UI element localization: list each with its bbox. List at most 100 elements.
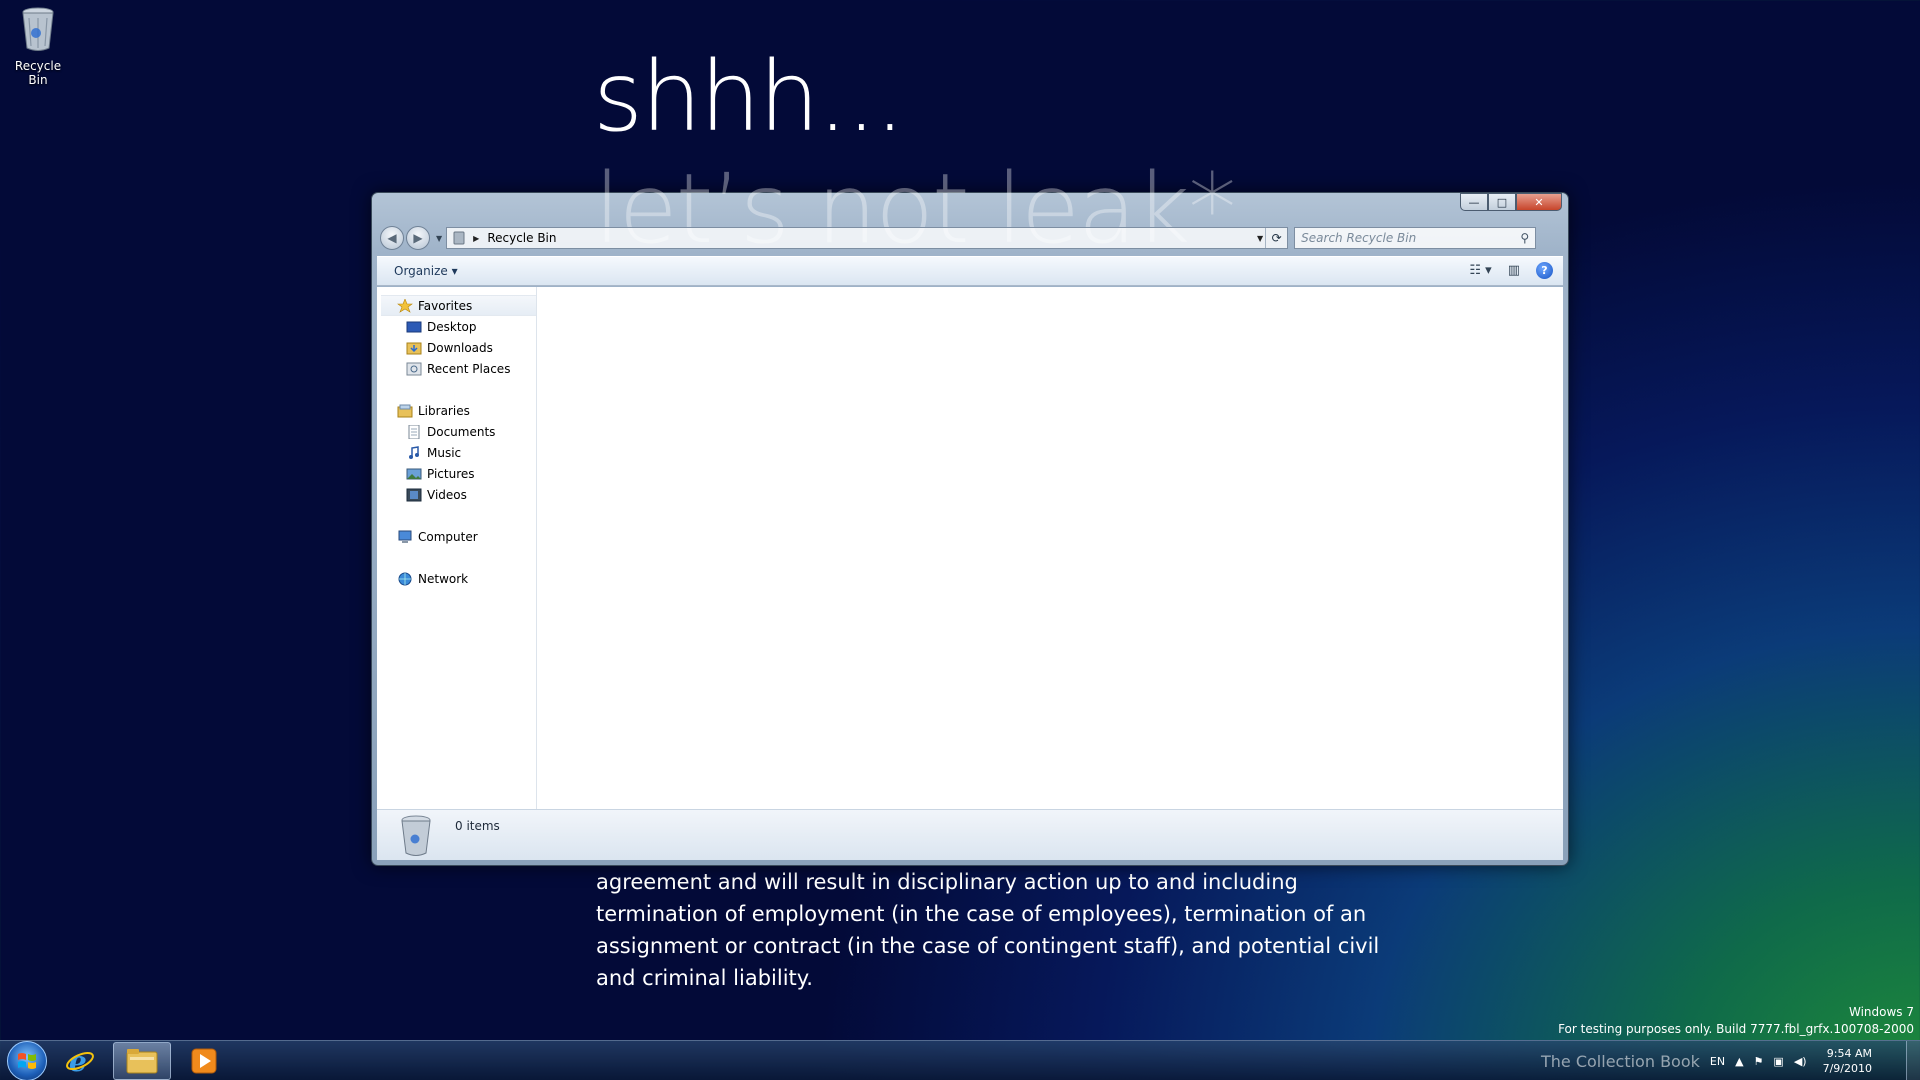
videos-icon [406, 488, 422, 501]
address-bar[interactable]: ▶ Recycle Bin ▼ ⟳ [446, 227, 1289, 249]
forward-button[interactable]: ▶ [406, 226, 430, 250]
wallpaper-body-line: termination of employment (in the case o… [596, 902, 1367, 926]
wallpaper-body-line: assignment or contract (in the case of c… [596, 934, 1380, 958]
star-icon [397, 298, 413, 313]
change-view-button[interactable]: ☷ ▾ [1469, 263, 1491, 278]
help-button[interactable]: ? [1536, 262, 1553, 279]
nav-item-label: Downloads [427, 340, 493, 355]
start-button[interactable] [7, 1040, 47, 1080]
taskbar-internet-explorer[interactable]: e [51, 1042, 109, 1080]
nav-computer-label: Computer [418, 529, 478, 544]
nav-item-desktop[interactable]: Desktop [377, 316, 536, 337]
item-count: 0 items [455, 819, 500, 833]
wallpaper-body-line: agreement and will result in disciplinar… [596, 870, 1298, 894]
nav-item-downloads[interactable]: Downloads [377, 337, 536, 358]
desktop-icon-label: Recycle Bin [14, 59, 62, 87]
search-input[interactable]: Search Recycle Bin ⚲ [1294, 227, 1537, 249]
nav-item-pictures[interactable]: Pictures [377, 463, 536, 484]
preview-pane-button[interactable]: ▥ [1508, 263, 1520, 278]
details-pane: 0 items [377, 809, 1563, 860]
breadcrumb-arrow-icon[interactable]: ▶ [473, 234, 479, 243]
windows-logo-icon [18, 1052, 36, 1069]
internet-explorer-icon: e [66, 1046, 94, 1076]
nav-favorites[interactable]: Favorites [381, 295, 536, 316]
refresh-button[interactable]: ⟳ [1265, 228, 1287, 248]
pictures-icon [406, 468, 422, 479]
nav-computer[interactable]: Computer [377, 526, 536, 547]
nav-item-videos[interactable]: Videos [377, 484, 536, 505]
documents-icon [408, 424, 420, 439]
nav-libraries[interactable]: Libraries [377, 400, 536, 421]
address-history-dropdown-icon[interactable]: ▼ [1257, 234, 1263, 243]
network-icon [398, 572, 412, 585]
watermark-build: For testing purposes only. Build 7777.fb… [1558, 1022, 1914, 1036]
music-icon [409, 445, 419, 459]
recycle-bin-small-icon [453, 231, 465, 245]
nav-network[interactable]: Network [377, 568, 536, 589]
arrow-left-icon: ◀ [387, 231, 397, 245]
wallpaper-body: agreement and will result in disciplinar… [596, 866, 1380, 994]
file-list-pane[interactable] [537, 287, 1563, 809]
taskbar-media-player[interactable] [175, 1042, 233, 1080]
network-tray-icon[interactable]: ▣ [1773, 1055, 1783, 1068]
watermark-os: Windows 7 [1848, 1005, 1914, 1019]
search-placeholder: Search Recycle Bin [1301, 231, 1417, 245]
navigation-pane: Favorites Desktop Downloads Recent Place… [377, 287, 537, 809]
nav-favorites-label: Favorites [418, 298, 473, 313]
notification-area: The Collection Book EN ▲ ⚑ ▣ ◀) 9:54 AM … [1541, 1041, 1872, 1080]
recycle-bin-large-icon [401, 815, 431, 856]
taskbar-windows-explorer[interactable] [113, 1041, 171, 1080]
tray-overlay-text: The Collection Book [1541, 1051, 1700, 1071]
breadcrumb-recycle-bin[interactable]: Recycle Bin [487, 231, 556, 245]
view-options-icon: ☷ ▾ [1469, 263, 1492, 278]
back-button[interactable]: ◀ [380, 226, 404, 250]
media-player-icon [191, 1048, 217, 1073]
command-bar: Organize ▾ ☷ ▾ ▥ ? [377, 256, 1563, 286]
show-desktop-button[interactable] [1906, 1041, 1920, 1080]
nav-item-label: Desktop [427, 319, 477, 334]
build-watermark: Windows 7 For testing purposes only. Bui… [1558, 1004, 1914, 1038]
nav-libraries-label: Libraries [418, 403, 470, 418]
close-button[interactable]: ✕ [1516, 193, 1562, 211]
windows-explorer-icon [126, 1048, 158, 1073]
nav-item-documents[interactable]: Documents [377, 421, 536, 442]
nav-item-music[interactable]: Music [377, 442, 536, 463]
arrow-right-icon: ▶ [413, 231, 423, 245]
nav-item-label: Recent Places [427, 361, 511, 376]
recent-places-icon [406, 362, 422, 375]
maximize-button[interactable]: □ [1488, 193, 1516, 211]
preview-pane-icon: ▥ [1507, 263, 1520, 278]
recycle-bin-icon [22, 7, 54, 51]
computer-icon [398, 530, 412, 543]
wallpaper-title: shhh... [593, 41, 905, 153]
nav-item-label: Documents [427, 424, 496, 439]
libraries-icon [397, 404, 413, 417]
clock-time: 9:54 AM [1826, 1047, 1872, 1060]
search-icon[interactable]: ⚲ [1520, 231, 1529, 245]
volume-icon[interactable]: ◀) [1794, 1055, 1807, 1068]
refresh-icon: ⟳ [1271, 231, 1282, 245]
organize-button[interactable]: Organize ▾ [394, 264, 458, 278]
svg-text:e: e [69, 1046, 87, 1076]
action-center-flag-icon[interactable]: ⚑ [1754, 1055, 1764, 1068]
nav-item-label: Music [427, 445, 462, 460]
downloads-folder-icon [406, 342, 422, 354]
caption-buttons: — □ ✕ [1460, 193, 1562, 211]
nav-network-label: Network [418, 571, 469, 586]
nav-item-label: Pictures [427, 466, 475, 481]
nav-item-recent-places[interactable]: Recent Places [377, 358, 536, 379]
explorer-window[interactable]: let’s not leak* — □ ✕ ◀ ▶ ▼ ▶ Recycle Bi… [371, 153, 1569, 866]
taskbar: e The Collection Book EN ▲ ⚑ ▣ ◀) 9:54 A… [0, 1040, 1920, 1080]
system-clock[interactable]: 9:54 AM 7/9/2010 [1823, 1046, 1872, 1076]
wallpaper-body-line: and criminal liability. [596, 966, 813, 990]
desktop-icon-recycle-bin[interactable]: Recycle Bin [6, 6, 70, 87]
navigation-bar: ◀ ▶ ▼ ▶ Recycle Bin ▼ ⟳ Search Recycle B… [380, 225, 1560, 251]
recent-pages-dropdown[interactable]: ▼ [436, 234, 442, 243]
show-hidden-icons-button[interactable]: ▲ [1735, 1055, 1743, 1068]
minimize-button[interactable]: — [1460, 193, 1488, 211]
content-area: Favorites Desktop Downloads Recent Place… [377, 287, 1563, 809]
clock-date: 7/9/2010 [1822, 1062, 1872, 1075]
nav-item-label: Videos [427, 487, 467, 502]
language-indicator[interactable]: EN [1710, 1055, 1725, 1068]
help-icon: ? [1541, 264, 1548, 277]
